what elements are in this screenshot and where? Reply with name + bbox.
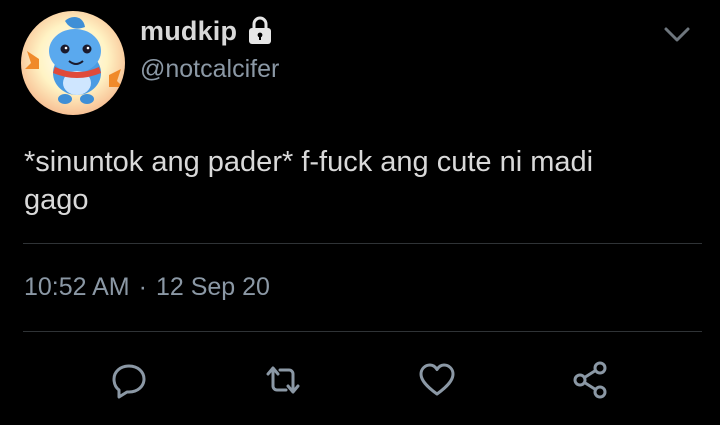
tweet-time: 10:52 AM: [24, 273, 130, 301]
author-row: mudkip: [140, 14, 273, 48]
user-handle[interactable]: @notcalcifer: [140, 55, 279, 84]
share-icon: [573, 361, 607, 399]
lock-icon: [247, 15, 273, 47]
reply-button[interactable]: [106, 357, 152, 403]
retweet-icon: [266, 366, 300, 394]
tweet-date: 12 Sep 20: [155, 273, 270, 301]
separator: ·: [138, 273, 147, 301]
tweet-text: *sinuntok ang pader* f-fuck ang cute ni …: [24, 143, 704, 219]
reply-icon: [112, 364, 146, 399]
tweet-text-line: gago: [24, 184, 89, 216]
divider: [23, 331, 702, 332]
mudkip-avatar-image: [21, 11, 125, 115]
divider: [23, 243, 702, 244]
timestamp[interactable]: 10:52 AM · 12 Sep 20: [24, 273, 270, 302]
heart-icon: [419, 363, 455, 396]
like-button[interactable]: [414, 357, 460, 403]
tweet-text-line: *sinuntok ang pader* f-fuck ang cute ni …: [24, 146, 594, 178]
chevron-down-icon[interactable]: [662, 22, 692, 48]
share-button[interactable]: [567, 357, 613, 403]
action-bar: [0, 357, 720, 403]
display-name[interactable]: mudkip: [140, 16, 237, 47]
avatar[interactable]: [21, 11, 125, 115]
retweet-button[interactable]: [260, 357, 306, 403]
